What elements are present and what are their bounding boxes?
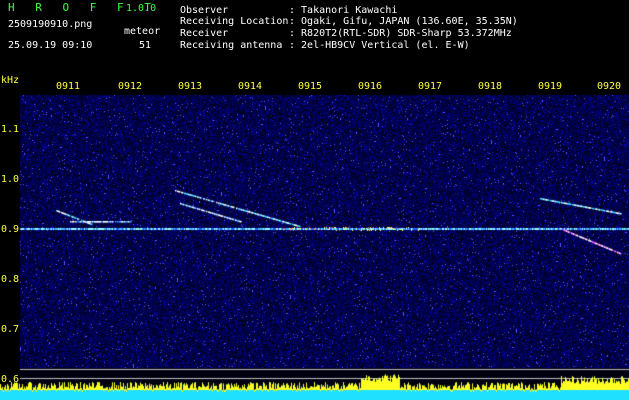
freq-tick: 0.8 xyxy=(1,274,20,285)
file-name: 2509190910.png xyxy=(8,19,93,30)
meteor-count: 51 xyxy=(139,40,152,51)
location-label: Receiving Location xyxy=(180,16,289,27)
time-tick: 0919 xyxy=(538,81,563,92)
antenna-value: : 2el-HB9CV Vertical (el. E-W) xyxy=(289,40,470,51)
antenna-label: Receiving antenna xyxy=(180,40,283,51)
time-tick: 0920 xyxy=(597,81,622,92)
freq-unit-label: kHz xyxy=(1,75,20,86)
receiver-label: Receiver xyxy=(180,28,229,39)
freq-tick: 1.0 xyxy=(1,174,20,185)
freq-tick: 0.7 xyxy=(1,324,20,335)
time-tick: 0917 xyxy=(418,81,443,92)
time-tick: 0913 xyxy=(178,81,203,92)
capture-datetime: 25.09.19 09:10 xyxy=(8,40,93,51)
spectrogram-panel: kHz 0911 0912 0913 0914 0915 0916 0917 0… xyxy=(0,73,629,400)
time-tick: 0911 xyxy=(56,81,81,92)
receiver-value: : R820T2(RTL-SDR) SDR-Sharp 53.372MHz xyxy=(289,28,512,39)
header-panel: H R O F F T 1.0.0 2509190910.png meteor … xyxy=(0,0,629,73)
freq-tick: 0.9 xyxy=(1,224,20,235)
freq-tick: 1.1 xyxy=(1,124,20,135)
time-tick: 0912 xyxy=(118,81,143,92)
meteor-label: meteor xyxy=(124,26,161,37)
location-value: : Ogaki, Gifu, JAPAN (136.60E, 35.35N) xyxy=(289,16,518,27)
time-tick: 0918 xyxy=(478,81,503,92)
time-tick: 0916 xyxy=(358,81,383,92)
time-tick: 0915 xyxy=(298,81,323,92)
app-version: 1.0.0 xyxy=(126,3,157,14)
time-tick: 0914 xyxy=(238,81,263,92)
freq-tick: 0.6 xyxy=(1,374,20,385)
spectrogram-canvas xyxy=(0,73,629,400)
